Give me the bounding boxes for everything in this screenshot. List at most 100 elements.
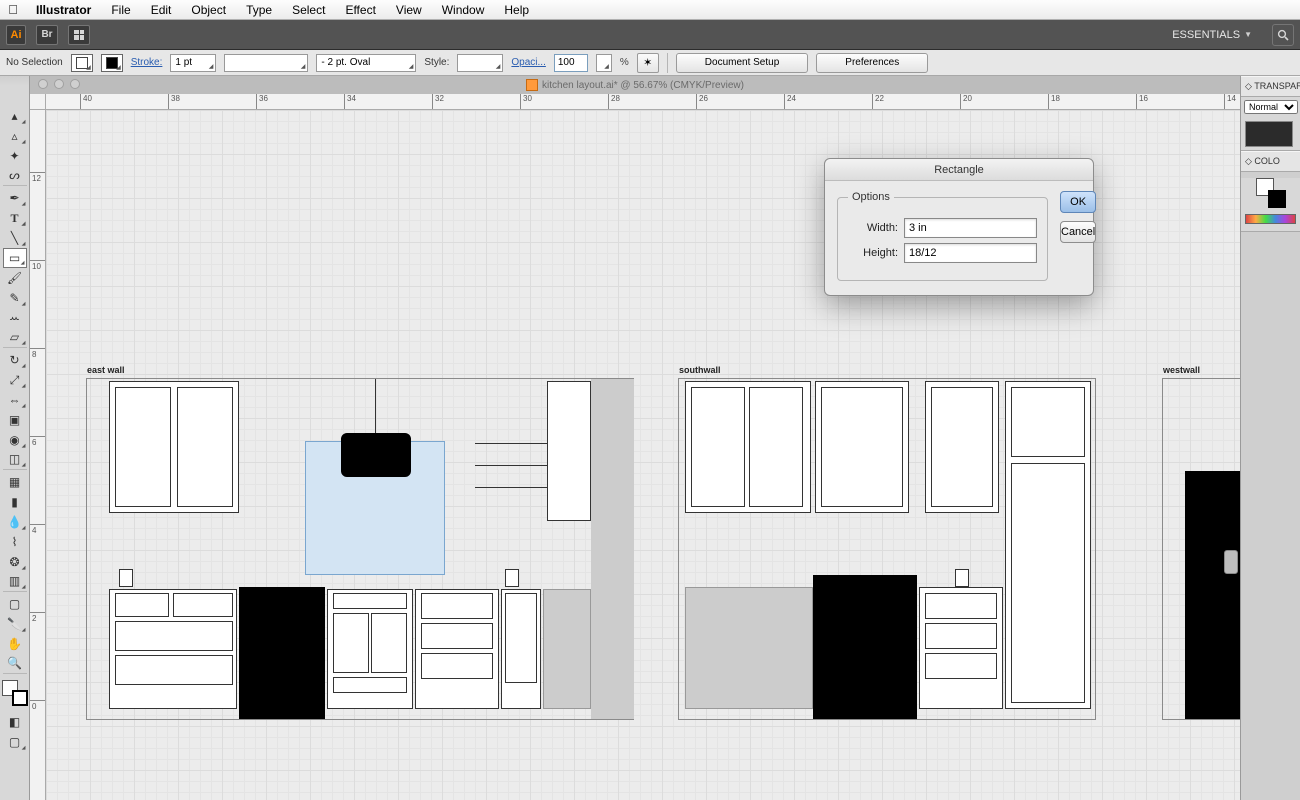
drawer[interactable] [333,593,407,609]
outlet[interactable] [505,569,519,587]
outlet[interactable] [955,569,969,587]
preferences-button[interactable]: Preferences [816,53,928,73]
vertical-scrollbar[interactable] [1224,550,1238,574]
zoom-tool-icon[interactable]: 🔍 [3,654,27,674]
pantry-door[interactable] [1011,387,1085,457]
drawer[interactable] [115,593,169,617]
menu-object[interactable]: Object [181,3,236,17]
eraser-tool-icon[interactable]: ▱◢ [3,328,27,348]
graph-tool-icon[interactable]: ▥◢ [3,572,27,592]
eyedropper-tool-icon[interactable]: 💧◢ [3,512,27,532]
menu-file[interactable]: File [101,3,140,17]
symbol-sprayer-tool-icon[interactable]: ❂◢ [3,552,27,572]
ok-button[interactable]: OK [1060,191,1096,213]
cabinet-door[interactable] [749,387,803,507]
fill-swatch[interactable] [71,54,93,72]
window-traffic-lights[interactable] [38,79,80,89]
app-name[interactable]: Illustrator [26,3,101,17]
mesh-tool-icon[interactable]: ▦ [3,472,27,492]
menu-type[interactable]: Type [236,3,282,17]
opacity-link[interactable]: Opaci... [511,57,545,68]
outlet[interactable] [119,569,133,587]
drawer[interactable] [115,655,233,685]
workspace-switcher[interactable]: ESSENTIALS ▼ [1162,25,1262,45]
hand-tool-icon[interactable]: ✋ [3,634,27,654]
pendant-cord[interactable] [375,379,376,437]
color-mode-icon[interactable]: ◧ [3,712,27,732]
lasso-tool-icon[interactable]: ᔕ [3,166,27,186]
line-tool-icon[interactable]: ╲◢ [3,228,27,248]
drawer[interactable] [333,677,407,693]
pantry-door[interactable] [1011,463,1085,703]
transparency-panel-tab[interactable]: ◇ TRANSPAREN [1241,76,1300,97]
opacity-stepper[interactable] [596,54,612,72]
shape-builder-tool-icon[interactable]: ◉◢ [3,430,27,450]
stroke-panel-link[interactable]: Stroke: [131,57,163,68]
rotate-tool-icon[interactable]: ↻◢ [3,350,27,370]
width-input[interactable] [904,218,1037,238]
wall-fill[interactable] [591,379,634,719]
ruler-vertical[interactable]: 121086420 [30,94,46,800]
menu-edit[interactable]: Edit [141,3,182,17]
drawer[interactable] [421,653,493,679]
opacity-field[interactable]: 100 [554,54,588,72]
perspective-tool-icon[interactable]: ◫◢ [3,450,27,470]
slice-tool-icon[interactable]: 🔪◢ [3,614,27,634]
menu-select[interactable]: Select [282,3,335,17]
drawer[interactable] [925,653,997,679]
drawer[interactable] [925,623,997,649]
cabinet-door[interactable] [931,387,993,507]
artboard-south-wall[interactable]: southwall [678,378,1096,720]
blend-mode-dropdown[interactable]: Normal [1244,100,1298,114]
color-panel[interactable] [1241,178,1300,232]
menu-window[interactable]: Window [432,3,495,17]
artboard-west-wall[interactable]: westwall [1162,378,1240,720]
style-dropdown[interactable] [457,54,503,72]
stroke-weight-dropdown[interactable]: 1 pt [170,54,216,72]
ruler-horizontal[interactable]: 4038363432302826242220181614 [46,94,1240,110]
width-tool-icon[interactable]: ⇔◢ [3,390,27,410]
paintbrush-tool-icon[interactable]: 🖌 [3,268,27,288]
pencil-tool-icon[interactable]: ✎◢ [3,288,27,308]
cabinet-door[interactable] [177,387,233,507]
apple-menu-icon[interactable]:  [0,2,26,17]
drawer[interactable] [925,593,997,619]
document-setup-button[interactable]: Document Setup [676,53,809,73]
brush-dropdown[interactable]: - 2 pt. Oval [316,54,416,72]
base-filler[interactable] [685,587,813,709]
rectangle-tool-icon[interactable]: ▭◢ [3,248,27,268]
cancel-button[interactable]: Cancel [1060,221,1096,243]
appliance[interactable] [1185,471,1240,719]
menu-view[interactable]: View [386,3,432,17]
drawer[interactable] [173,593,233,617]
height-input[interactable] [904,243,1037,263]
recolor-art-icon[interactable]: ✶ [637,53,659,73]
menu-effect[interactable]: Effect [335,3,385,17]
dishwasher[interactable] [239,587,325,719]
fill-stroke-control[interactable] [2,680,28,706]
pen-tool-icon[interactable]: ✒◢ [3,188,27,208]
tall-cabinet[interactable] [547,381,591,521]
color-panel-tab[interactable]: ◇ COLO [1241,151,1300,172]
cabinet-door[interactable] [115,387,171,507]
range[interactable] [813,575,917,719]
door[interactable] [505,593,537,683]
document-tab-title[interactable]: kitchen layout.ai* @ 56.67% (CMYK/Previe… [542,80,744,91]
type-tool-icon[interactable]: T◢ [3,208,27,228]
filler[interactable] [543,589,591,709]
menu-help[interactable]: Help [494,3,539,17]
direct-selection-tool-icon[interactable]: ▵◢ [3,126,27,146]
screen-mode-icon[interactable]: ▢◢ [3,732,27,752]
artboard-tool-icon[interactable]: ▢ [3,594,27,614]
dialog-title[interactable]: Rectangle [825,159,1093,181]
stroke-swatch[interactable] [101,54,123,72]
drawer[interactable] [115,621,233,651]
free-transform-tool-icon[interactable]: ▣ [3,410,27,430]
door[interactable] [371,613,407,673]
blend-tool-icon[interactable]: ⌇ [3,532,27,552]
bridge-icon[interactable]: Br [36,25,58,45]
blob-brush-tool-icon[interactable]: ꕀ [3,308,27,328]
spectrum-bar[interactable] [1245,214,1296,224]
cabinet-door[interactable] [821,387,903,507]
ruler-origin[interactable] [30,94,46,110]
